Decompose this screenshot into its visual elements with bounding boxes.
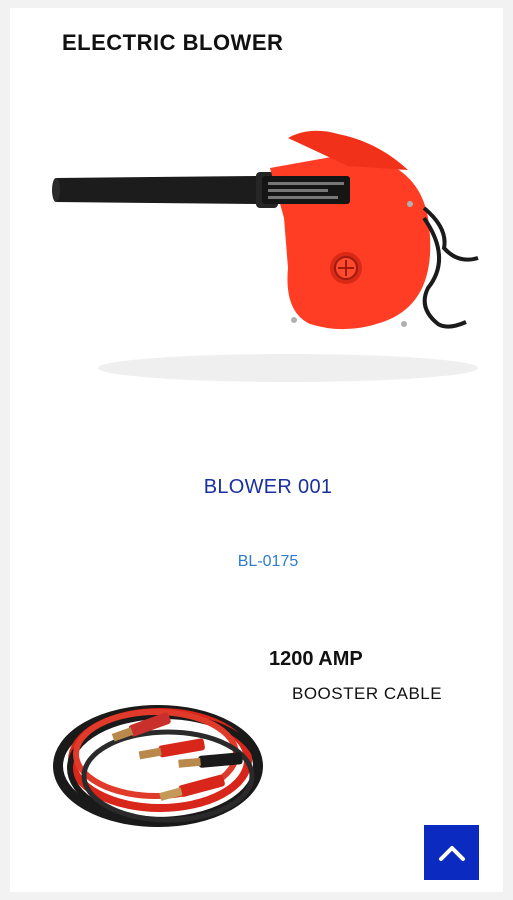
product-page: ELECTRIC BLOWER BLOWER 001 BL-0175 1200 … — [10, 8, 503, 892]
scroll-to-top-button[interactable] — [424, 825, 479, 880]
product-code: BL-0175 — [237, 553, 299, 570]
booster-cable-banner[interactable]: 1200 AMP BOOSTER CABLE — [48, 626, 488, 892]
electric-blower-image — [52, 130, 479, 382]
chevron-up-icon — [438, 845, 465, 861]
product-name[interactable]: BLOWER 001 — [48, 476, 488, 499]
booster-cable-image — [53, 705, 263, 827]
banner-title: ELECTRIC BLOWER — [62, 30, 284, 55]
product-card[interactable]: ELECTRIC BLOWER BLOWER 001 BL-0175 — [48, 8, 488, 596]
banner-subheading: BOOSTER CABLE — [292, 684, 443, 703]
banner-heading: 1200 AMP — [269, 648, 363, 670]
